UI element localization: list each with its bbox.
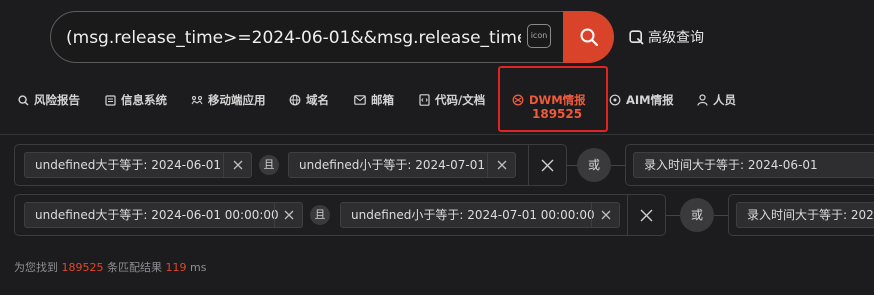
- advanced-search-button[interactable]: 高级查询: [629, 26, 704, 48]
- close-icon: [233, 160, 242, 170]
- close-icon: [601, 210, 610, 220]
- clear-group-button[interactable]: [627, 195, 665, 235]
- filter-chip-label: undefined大于等于: 2024-06-01 00:00:00: [35, 208, 279, 222]
- tab-aim-intel[interactable]: AIM情报: [609, 86, 674, 114]
- connector-line: [714, 215, 728, 216]
- filter-group-4: 录入时间大于等于: 2024-06-01 00:00:00: [728, 194, 874, 236]
- tab-dwm-intel[interactable]: DWM情报 189525: [498, 66, 608, 132]
- result-mid: 条匹配结果: [107, 261, 162, 274]
- tab-info-system[interactable]: 信息系统: [105, 86, 167, 114]
- filter-chip: undefined大于等于: 2024-06-01: [24, 152, 252, 178]
- result-unit: ms: [190, 261, 207, 274]
- clear-group-button[interactable]: [528, 145, 566, 185]
- tab-mobile-app[interactable]: 移动端应用: [191, 86, 266, 114]
- remove-chip-button[interactable]: [487, 153, 515, 177]
- filter-group-3: undefined大于等于: 2024-06-01 00:00:00 且 und…: [14, 194, 666, 236]
- icon-toggle[interactable]: icon: [527, 24, 551, 48]
- filter-chip-label: undefined小于等于: 2024-07-01: [299, 158, 485, 172]
- tab-label: 人员: [713, 93, 736, 107]
- filter-chip-label: undefined大于等于: 2024-06-01: [35, 158, 221, 172]
- tab-code-doc[interactable]: 代码/文档: [419, 86, 485, 114]
- filter-chip-label: 录入时间大于等于: 2024-06-01 00:00:00: [747, 208, 874, 222]
- remove-chip-button[interactable]: [274, 203, 302, 227]
- advanced-search-icon: [629, 29, 644, 44]
- aim-icon: [609, 94, 621, 106]
- tab-dwm-count: 189525: [532, 107, 583, 121]
- tab-label: 信息系统: [121, 93, 167, 107]
- and-badge: 且: [259, 155, 279, 175]
- tab-label: 邮箱: [371, 93, 394, 107]
- filter-chip: 录入时间大于等于: 2024-06-01 00:00:00: [736, 202, 874, 228]
- search-input[interactable]: (msg.release_time>=2024-06-01&&msg.relea…: [66, 25, 521, 51]
- tab-label: AIM情报: [626, 93, 674, 107]
- close-icon: [284, 210, 293, 220]
- connector-line: [611, 165, 625, 166]
- filter-chip: 录入时间大于等于: 2024-06-01: [633, 152, 874, 178]
- filter-chip: undefined小于等于: 2024-07-01: [288, 152, 516, 178]
- tab-label: 风险报告: [34, 93, 80, 107]
- result-summary: 为您找到 189525 条匹配结果 119 ms: [14, 259, 206, 275]
- category-tabs: 风险报告 信息系统 移动端应用 域名 邮箱 代码/文档 AIM情报 人员: [0, 86, 874, 116]
- tab-email[interactable]: 邮箱: [354, 86, 394, 114]
- app-root: (msg.release_time>=2024-06-01&&msg.relea…: [0, 0, 874, 295]
- close-icon: [541, 159, 554, 171]
- user-icon: [697, 94, 708, 106]
- mail-icon: [354, 95, 366, 105]
- filter-chip: undefined大于等于: 2024-06-01 00:00:00: [24, 202, 303, 228]
- close-icon: [497, 160, 506, 170]
- tabs-divider: [0, 134, 874, 135]
- dwm-icon: [512, 94, 524, 106]
- remove-chip-button[interactable]: [591, 203, 619, 227]
- tab-label: DWM情报: [529, 93, 586, 107]
- filter-chip-label: undefined小于等于: 2024-07-01 00:00:00: [351, 208, 595, 222]
- tab-label: 域名: [306, 93, 329, 107]
- tab-risk-report[interactable]: 风险报告: [18, 86, 80, 114]
- remove-chip-button[interactable]: [223, 153, 251, 177]
- search-bar: (msg.release_time>=2024-06-01&&msg.relea…: [50, 11, 613, 63]
- and-badge: 且: [310, 205, 330, 225]
- or-badge: 或: [680, 198, 714, 232]
- tab-person[interactable]: 人员: [697, 86, 736, 114]
- tab-label: 代码/文档: [435, 93, 486, 107]
- tab-domain[interactable]: 域名: [289, 86, 329, 114]
- connector-line: [666, 215, 680, 216]
- result-prefix: 为您找到: [14, 261, 58, 274]
- close-icon: [640, 209, 653, 221]
- filter-group-2: 录入时间大于等于: 2024-06-01: [625, 144, 874, 186]
- search-button[interactable]: [563, 11, 614, 63]
- result-time: 119: [165, 261, 187, 274]
- tab-dwm-label-wrap: DWM情报: [512, 92, 586, 108]
- or-badge: 或: [577, 148, 611, 182]
- advanced-search-label: 高级查询: [648, 30, 704, 46]
- search-icon: [580, 28, 598, 47]
- filter-group-1: undefined大于等于: 2024-06-01 且 undefined小于等…: [14, 144, 567, 186]
- code-icon: [419, 94, 430, 106]
- list-icon: [105, 94, 116, 106]
- filter-chip-label: 录入时间大于等于: 2024-06-01: [644, 158, 818, 172]
- globe-icon: [289, 94, 301, 106]
- search-icon: [18, 94, 29, 105]
- filter-chip: undefined小于等于: 2024-07-01 00:00:00: [340, 202, 620, 228]
- mobile-app-icon: [191, 95, 203, 104]
- result-count: 189525: [61, 261, 104, 274]
- tab-label: 移动端应用: [208, 93, 266, 107]
